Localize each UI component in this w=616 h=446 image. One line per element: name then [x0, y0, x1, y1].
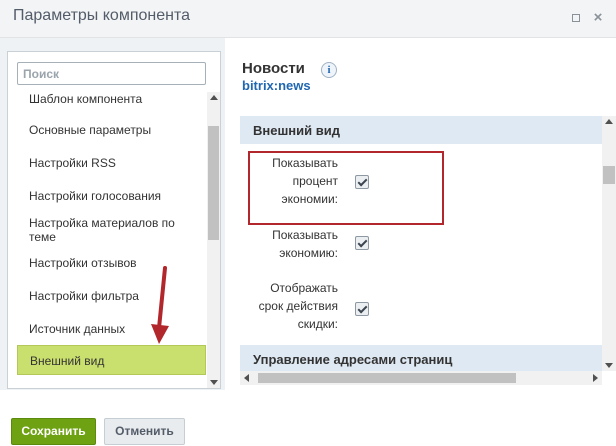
settings-vscroll-thumb[interactable] — [603, 166, 615, 184]
sidebar-item-voting[interactable]: Настройки голосования — [17, 189, 206, 203]
section-header-url-management[interactable]: Управление адресами страниц — [240, 345, 602, 371]
sidebar-item-appearance[interactable]: Внешний вид — [17, 345, 206, 375]
show-discount-period-checkbox[interactable] — [355, 302, 369, 316]
cancel-button[interactable]: Отменить — [104, 418, 185, 445]
sidebar-scrollbar[interactable] — [207, 92, 220, 388]
sidebar-item-related[interactable]: Настройка материалов по теме — [17, 216, 206, 244]
scroll-up-arrow-icon[interactable] — [210, 95, 218, 100]
settings-horizontal-scrollbar[interactable] — [240, 371, 602, 385]
sidebar-scroll-thumb[interactable] — [208, 126, 219, 240]
maximize-icon[interactable] — [569, 11, 583, 25]
sections-list: Шаблон компонента Основные параметры Нас… — [17, 92, 206, 388]
property-label-savings: Показывать экономию: — [272, 228, 338, 260]
component-code: bitrix:news — [242, 78, 311, 93]
sidebar-item-reviews[interactable]: Настройки отзывов — [17, 256, 206, 270]
scroll-right-arrow-icon[interactable] — [593, 374, 598, 382]
component-params-dialog: Параметры компонента × Шаблон компонента… — [0, 0, 616, 446]
scroll-up-arrow-icon[interactable] — [605, 119, 613, 124]
dialog-titlebar[interactable]: Параметры компонента × — [0, 0, 616, 38]
dialog-footer: Сохранить Отменить — [0, 406, 616, 446]
section-header-appearance[interactable]: Внешний вид — [240, 116, 602, 144]
show-savings-checkbox[interactable] — [355, 236, 369, 250]
dialog-title: Параметры компонента — [13, 7, 190, 24]
sections-sidebar: Шаблон компонента Основные параметры Нас… — [7, 51, 221, 389]
property-label-discount-period: Отображать срок действия скидки: — [258, 281, 338, 331]
sidebar-item-rss[interactable]: Настройки RSS — [17, 156, 206, 170]
scroll-down-arrow-icon[interactable] — [210, 380, 218, 385]
search-input[interactable] — [17, 62, 206, 85]
scroll-left-arrow-icon[interactable] — [244, 374, 249, 382]
save-button[interactable]: Сохранить — [11, 418, 96, 445]
dialog-body: Шаблон компонента Основные параметры Нас… — [0, 38, 616, 390]
sidebar-item-main[interactable]: Основные параметры — [17, 123, 206, 137]
annotation-highlight-box — [248, 151, 444, 225]
sidebar-item-filter[interactable]: Настройки фильтра — [17, 289, 206, 303]
annotation-arrow-icon — [151, 266, 169, 344]
settings-hscroll-thumb[interactable] — [258, 373, 516, 383]
scroll-down-arrow-icon[interactable] — [605, 363, 613, 368]
sidebar-item-template[interactable]: Шаблон компонента — [17, 92, 206, 106]
info-icon[interactable]: i — [321, 62, 337, 78]
settings-panel: Новости i bitrix:news Внешний вид Показы… — [225, 38, 616, 390]
settings-vertical-scrollbar[interactable] — [602, 116, 616, 371]
sidebar-item-datasource[interactable]: Источник данных — [17, 322, 206, 336]
component-title: Новости — [242, 60, 305, 77]
close-icon[interactable]: × — [591, 10, 605, 25]
